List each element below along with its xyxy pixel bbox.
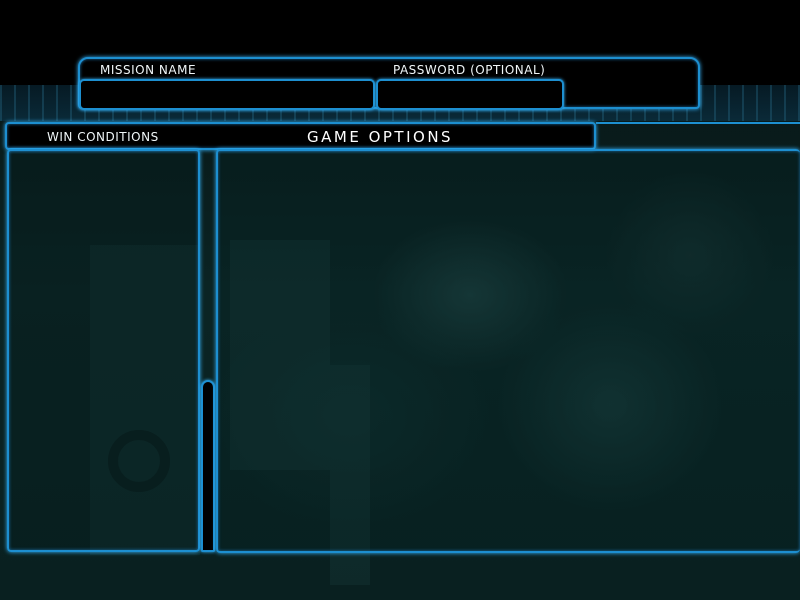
- header-frame-line: [596, 122, 800, 152]
- win-conditions-label: WIN CONDITIONS: [47, 130, 159, 144]
- mission-name-label: MISSION NAME: [100, 63, 197, 77]
- password-input[interactable]: [384, 81, 556, 108]
- mission-name-input[interactable]: [87, 81, 367, 108]
- password-field[interactable]: [376, 79, 564, 110]
- password-label: PASSWORD (OPTIONAL): [393, 63, 546, 77]
- game-options-title: GAME OPTIONS: [307, 128, 454, 146]
- mission-name-field[interactable]: [79, 79, 375, 110]
- mission-settings-bar: MISSION NAME PASSWORD (OPTIONAL): [78, 57, 700, 110]
- win-conditions-panel[interactable]: [7, 149, 200, 552]
- section-header-bar: WIN CONDITIONS GAME OPTIONS: [5, 122, 596, 150]
- panel-divider-rail: [201, 380, 215, 552]
- game-options-panel[interactable]: [216, 149, 800, 553]
